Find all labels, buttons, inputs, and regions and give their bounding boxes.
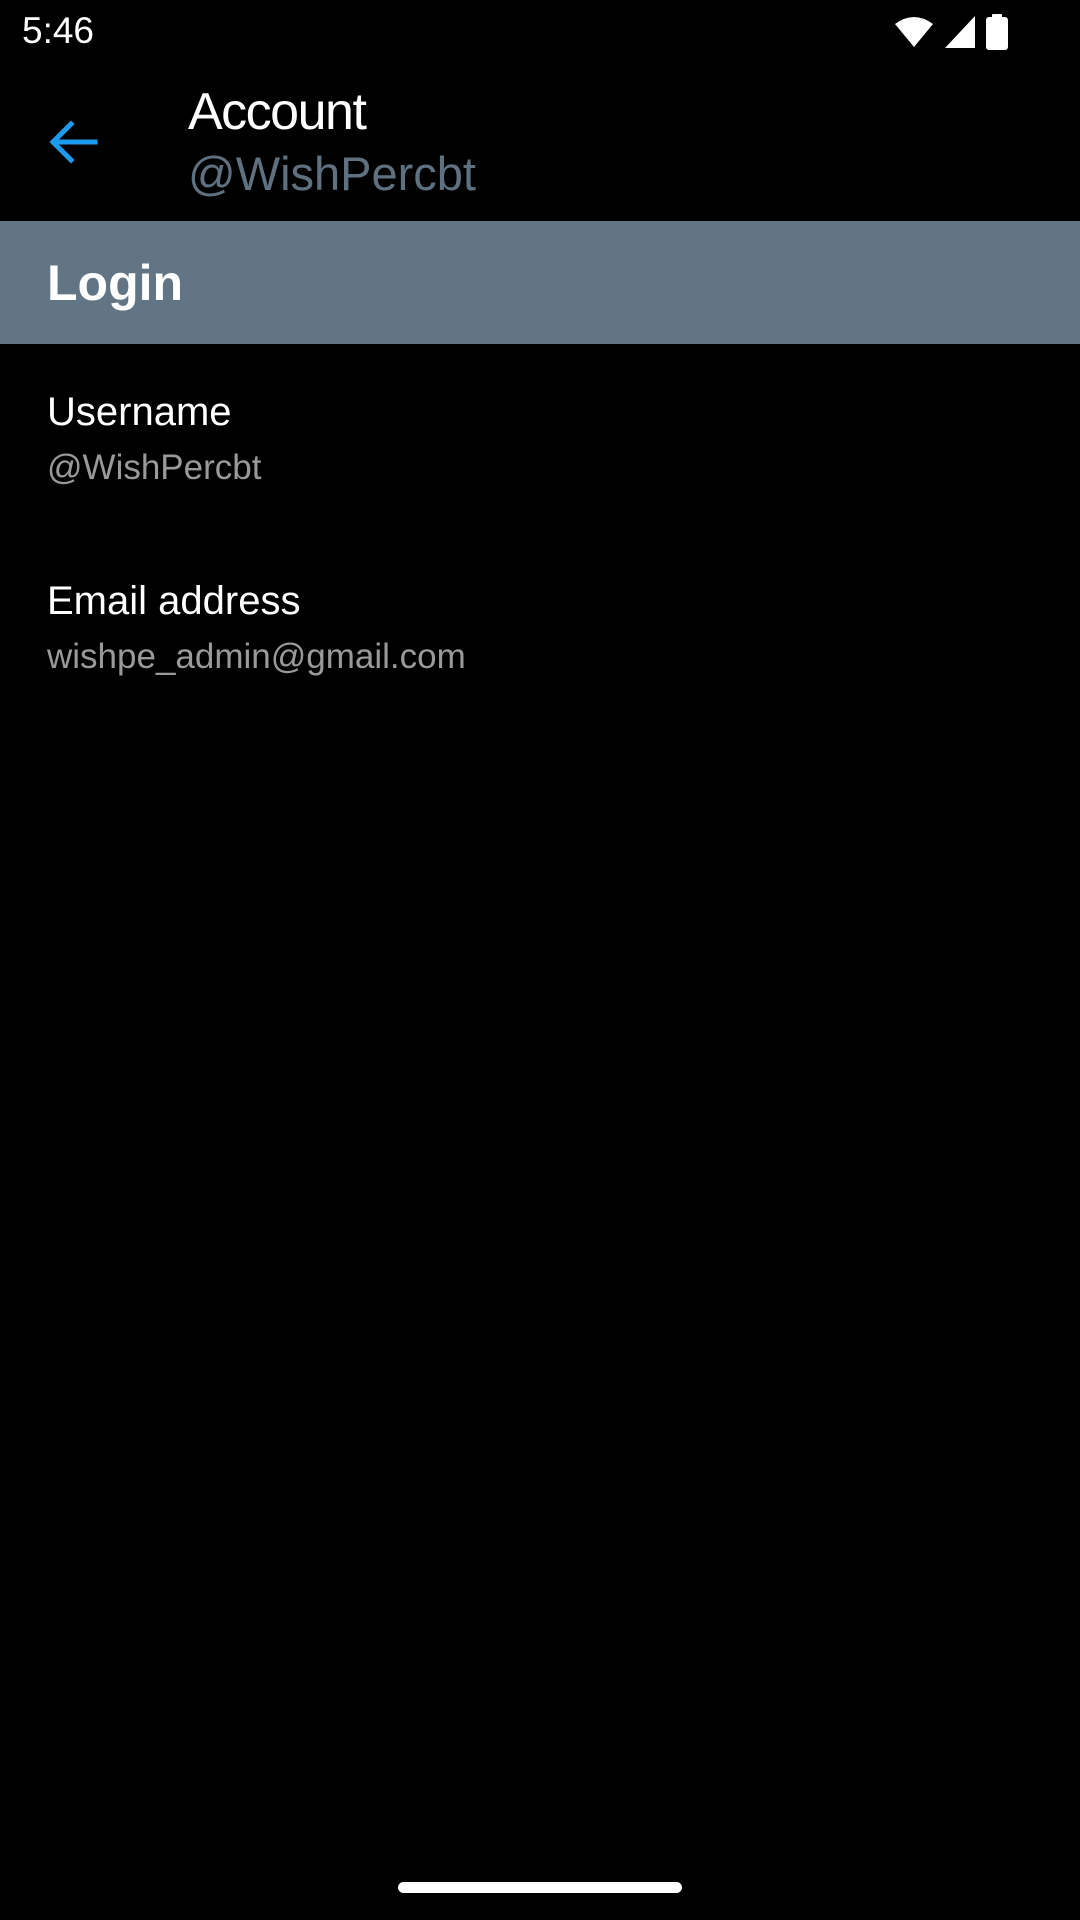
section-header-login: Login bbox=[0, 221, 1080, 344]
home-indicator[interactable] bbox=[398, 1882, 682, 1893]
battery-icon bbox=[986, 14, 1008, 50]
setting-value: @WishPercbt bbox=[47, 448, 262, 487]
cellular-signal-icon bbox=[944, 15, 976, 49]
setting-row-email-address[interactable]: Email address wishpe_admin@gmail.com bbox=[0, 543, 1080, 723]
page-subtitle: @WishPercbt bbox=[188, 147, 476, 200]
page-title: Account bbox=[188, 83, 367, 141]
setting-row-username[interactable]: Username @WishPercbt bbox=[0, 354, 1080, 534]
wifi-icon bbox=[894, 16, 934, 48]
arrow-left-icon bbox=[49, 119, 99, 169]
setting-label: Email address bbox=[47, 579, 301, 623]
status-icons bbox=[894, 12, 1008, 52]
back-button[interactable] bbox=[32, 102, 116, 186]
status-time: 5:46 bbox=[22, 10, 95, 51]
app-bar: Account @WishPercbt bbox=[0, 64, 1080, 221]
status-bar: 5:46 bbox=[0, 0, 1080, 64]
section-title: Login bbox=[47, 255, 184, 311]
setting-label: Username bbox=[47, 390, 232, 434]
setting-value: wishpe_admin@gmail.com bbox=[47, 637, 466, 676]
